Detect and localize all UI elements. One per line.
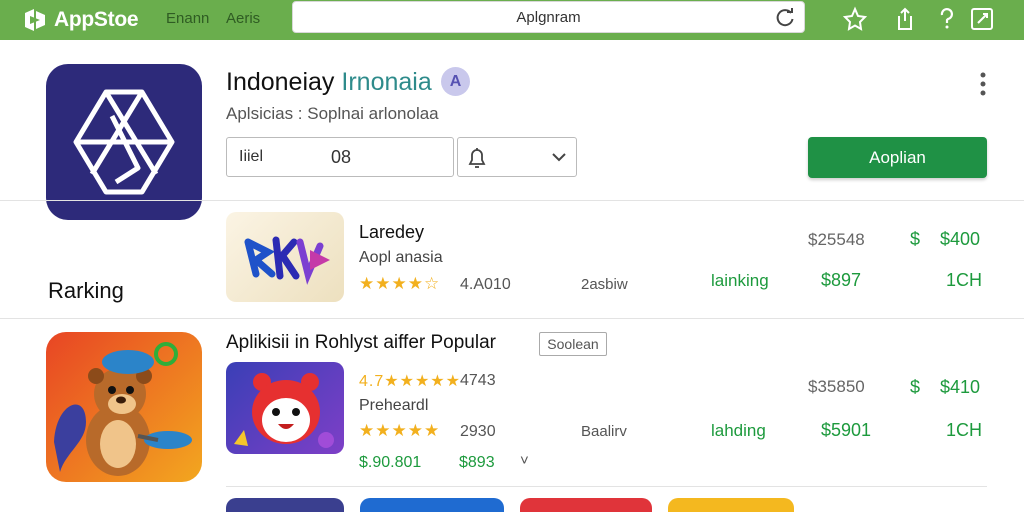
app-thumbnail-3[interactable] (226, 498, 344, 512)
filter-field-label: Iiiel (239, 148, 264, 165)
app-2-rating-top-num: 4743 (460, 372, 496, 389)
nav-link-2[interactable]: Aeris (226, 10, 260, 27)
app-2-price-gray: $35850 (808, 377, 865, 396)
app-2-price-bottom-2: $893 (459, 454, 495, 471)
app-icon[interactable] (46, 64, 202, 220)
app-2-stars-top: 4.7★★★★★ (359, 371, 461, 391)
app-1-status: lainking (711, 271, 769, 290)
bell-icon (468, 148, 486, 168)
app-2-extra: 1CH (946, 420, 983, 440)
section-title: Aplikisii in Rohlyst aiffer Popular (226, 332, 496, 353)
app-1-extra: 1CH (946, 270, 983, 290)
search-bar[interactable]: Aplgnram (292, 1, 805, 33)
top-bar: AppStoe Enann Aeris Aplgnram (0, 0, 1024, 40)
app-2-stars-top-glyphs: ★★★★★ (384, 373, 461, 390)
app-1-title[interactable]: Laredey (359, 222, 424, 243)
app-thumbnail-5[interactable] (520, 498, 652, 512)
app-title-main: Indoneiay (226, 68, 335, 96)
app-2-price-bottom: $.90.801 (359, 454, 422, 471)
app-1-price-gray: $25548 (808, 230, 865, 249)
app-logo-1-icon (244, 236, 330, 285)
red-mascot-icon (234, 373, 334, 448)
app-1-price-green: $897 (821, 270, 862, 290)
app-subtitle: Aplsicias : Soplnai arlonolaa (226, 104, 439, 123)
brand[interactable]: AppStoe (22, 5, 139, 35)
star-outline-icon[interactable] (842, 6, 868, 32)
app-thumbnail-1[interactable] (226, 212, 344, 302)
section-chip[interactable]: Soolean (539, 332, 607, 356)
app-2-subtitle: Preheardl (359, 397, 429, 414)
app-2-stars-mid: ★★★★★ (359, 421, 441, 440)
ranking-label: Rarking (48, 278, 124, 303)
app-1-rating: 4.A010 (460, 276, 511, 293)
notification-select[interactable] (457, 137, 577, 177)
refresh-icon[interactable] (774, 7, 796, 29)
appstore-logo-icon (25, 9, 45, 31)
app-thumbnail-2[interactable] (226, 362, 344, 454)
app-1-meta: 2asbiw (581, 276, 628, 293)
app-thumbnail-6[interactable] (668, 498, 794, 512)
chevron-down-icon (552, 153, 566, 162)
install-button[interactable]: Aoplian (808, 137, 987, 178)
app-1-stars: ★★★★☆ (359, 274, 441, 293)
featured-app-icon[interactable] (46, 332, 202, 482)
brand-name: AppStoe (54, 8, 139, 31)
search-input[interactable]: Aplgnram (293, 9, 764, 26)
app-title: Indoneiay Irnonaia (226, 68, 432, 97)
beaver-character-icon (54, 342, 192, 476)
app-2-price-green: $5901 (821, 420, 872, 440)
app-thumbnail-4[interactable] (360, 498, 504, 512)
app-1-price-right: $400 (940, 229, 981, 249)
help-icon[interactable] (934, 6, 960, 32)
app-1-subtitle: Aopl anasia (359, 249, 443, 266)
app-title-accent: Irnonaia (341, 68, 432, 96)
app-2-chevron-icon[interactable]: ˅ (520, 452, 529, 469)
verified-badge-icon: A (441, 67, 470, 96)
divider (0, 200, 1024, 201)
external-edit-icon[interactable] (969, 6, 995, 32)
app-2-price-right: $410 (940, 377, 981, 397)
app-2-meta: Baalirv (581, 423, 627, 440)
app-2-dollar-sign: $ (910, 377, 921, 397)
filter-field-value: 08 (331, 147, 352, 167)
divider (226, 486, 987, 487)
more-options-icon[interactable] (976, 70, 990, 100)
nav-link-1[interactable]: Enann (166, 10, 209, 27)
app-logo-icon (73, 89, 175, 195)
filter-field[interactable]: Iiiel 08 (226, 137, 454, 177)
divider (0, 318, 1024, 319)
app-1-dollar-sign: $ (910, 229, 921, 249)
app-2-status: lahding (711, 421, 766, 440)
app-2-rating-top: 4.7 (359, 373, 385, 390)
app-2-rating-mid: 2930 (460, 423, 496, 440)
share-up-icon[interactable] (892, 6, 918, 32)
